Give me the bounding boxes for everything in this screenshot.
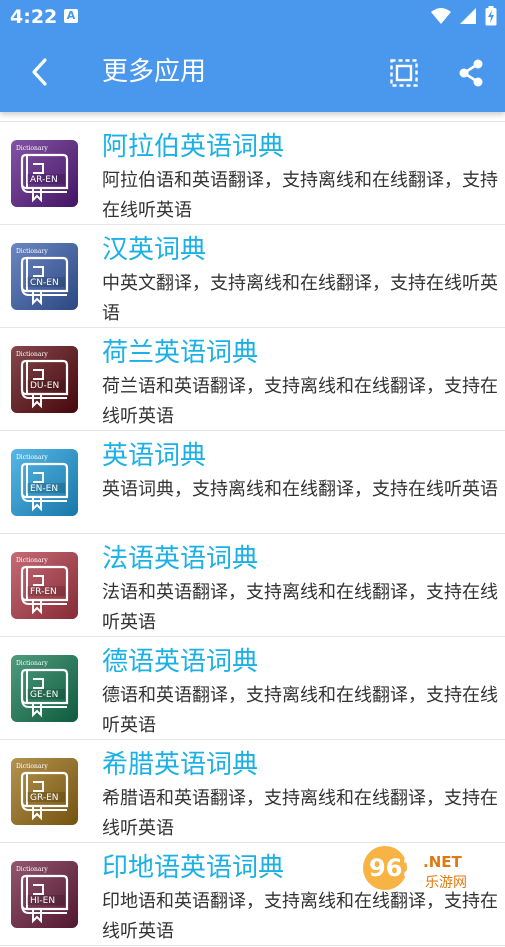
list-item[interactable]: Dictionary CN-EN 汉英词典 中英文翻译，支持离线和在线翻译，支持… (0, 225, 505, 328)
list-item[interactable]: Dictionary DU-EN 荷兰英语词典 荷兰语和英语翻译，支持离线和在线… (0, 328, 505, 431)
watermark-suffix: .NET (423, 853, 462, 871)
watermark-number: 962 (369, 854, 419, 882)
signal-icon (460, 8, 476, 24)
notification-icon: A (64, 9, 78, 23)
svg-text:Dictionary: Dictionary (16, 866, 48, 873)
svg-text:Dictionary: Dictionary (16, 351, 48, 358)
app-icon: Dictionary HI-EN (11, 861, 78, 928)
svg-text:Dictionary: Dictionary (16, 248, 48, 255)
app-description: 印地语和英语翻译，支持离线和在线翻译，支持在线听英语 (102, 891, 498, 942)
scan-button[interactable] (386, 55, 422, 91)
app-icon: Dictionary EN-EN (11, 449, 78, 516)
svg-text:GE-EN: GE-EN (30, 690, 58, 700)
app-icon: Dictionary GR-EN (11, 758, 78, 825)
app-bar: 更多应用 (0, 34, 505, 112)
app-title: 阿拉伯英语词典 (102, 132, 285, 162)
app-description: 荷兰语和英语翻译，支持离线和在线翻译，支持在线听英语 (102, 376, 498, 427)
share-button[interactable] (453, 55, 489, 91)
share-icon (459, 59, 483, 87)
list-item[interactable]: Dictionary GE-EN 德语英语词典 德语和英语翻译，支持离线和在线翻… (0, 637, 505, 740)
wifi-icon (431, 8, 451, 24)
watermark-site: 乐游网 (425, 875, 467, 891)
app-description: 德语和英语翻译，支持离线和在线翻译，支持在线听英语 (102, 685, 498, 736)
status-icons (431, 6, 497, 26)
list-item[interactable]: Dictionary EN-EN 英语词典 英语词典，支持离线和在线翻译，支持在… (0, 431, 505, 534)
top-bar: 4:22 A 更多应用 (0, 0, 505, 112)
app-description: 阿拉伯语和英语翻译，支持离线和在线翻译，支持在线听英语 (102, 170, 498, 221)
app-title: 英语词典 (102, 441, 207, 471)
app-title: 荷兰英语词典 (102, 338, 259, 368)
svg-text:Dictionary: Dictionary (16, 557, 48, 564)
svg-text:DU-EN: DU-EN (30, 381, 59, 391)
back-button[interactable] (22, 54, 58, 90)
chevron-left-icon (32, 58, 47, 86)
watermark-logo: 962 .NET 乐游网 (359, 843, 499, 893)
app-title: 汉英词典 (102, 235, 207, 265)
app-list: Dictionary AR-EN 阿拉伯英语词典 阿拉伯语和英语翻译，支持离线和… (0, 121, 505, 946)
app-icon: Dictionary AR-EN (11, 140, 78, 207)
app-icon: Dictionary GE-EN (11, 655, 78, 722)
list-item[interactable]: Dictionary FR-EN 法语英语词典 法语和英语翻译，支持离线和在线翻… (0, 534, 505, 637)
svg-text:CN-EN: CN-EN (30, 278, 59, 288)
svg-text:FR-EN: FR-EN (30, 587, 57, 597)
page-title: 更多应用 (102, 57, 207, 87)
scan-icon (390, 59, 418, 87)
app-icon: Dictionary DU-EN (11, 346, 78, 413)
status-bar: 4:22 A (0, 0, 505, 34)
battery-icon (485, 6, 497, 26)
svg-text:GR-EN: GR-EN (30, 793, 59, 803)
svg-text:EN-EN: EN-EN (30, 484, 58, 494)
svg-text:Dictionary: Dictionary (16, 660, 48, 667)
svg-text:AR-EN: AR-EN (30, 175, 58, 185)
status-time: 4:22 (10, 6, 58, 28)
app-description: 英语词典，支持离线和在线翻译，支持在线听英语 (102, 479, 498, 500)
app-description: 中英文翻译，支持离线和在线翻译，支持在线听英语 (102, 273, 498, 324)
app-description: 法语和英语翻译，支持离线和在线翻译，支持在线听英语 (102, 582, 498, 633)
app-title: 印地语英语词典 (102, 853, 285, 883)
app-title: 希腊英语词典 (102, 750, 259, 780)
app-icon: Dictionary CN-EN (11, 243, 78, 310)
app-icon: Dictionary FR-EN (11, 552, 78, 619)
list-item[interactable]: Dictionary AR-EN 阿拉伯英语词典 阿拉伯语和英语翻译，支持离线和… (0, 121, 505, 225)
list-item[interactable]: Dictionary GR-EN 希腊英语词典 希腊语和英语翻译，支持离线和在线… (0, 740, 505, 843)
svg-text:HI-EN: HI-EN (30, 896, 55, 906)
app-title: 法语英语词典 (102, 544, 259, 574)
app-title: 德语英语词典 (102, 647, 259, 677)
app-description: 希腊语和英语翻译，支持离线和在线翻译，支持在线听英语 (102, 788, 498, 839)
svg-text:Dictionary: Dictionary (16, 145, 48, 152)
svg-text:Dictionary: Dictionary (16, 454, 48, 461)
svg-text:Dictionary: Dictionary (16, 763, 48, 770)
